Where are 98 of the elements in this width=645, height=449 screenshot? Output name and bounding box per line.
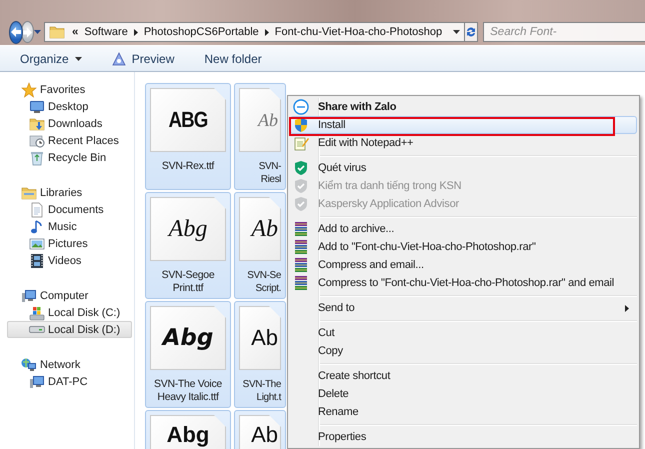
file-name: SVN-Rex.ttf — [160, 160, 216, 173]
nav-item[interactable]: Recent Places — [7, 132, 132, 149]
menu-item[interactable]: Share with Zalo — [290, 98, 637, 116]
file-tile[interactable]: Abg SVN-The Voice Heavy Italic.ttf — [145, 301, 231, 408]
nav-item[interactable]: Local Disk (D:) — [7, 321, 132, 338]
refresh-button[interactable] — [465, 22, 478, 42]
menu-item[interactable]: Install — [290, 116, 637, 134]
download-folder-icon — [29, 116, 45, 132]
archive-books-icon — [293, 257, 309, 273]
nav-item[interactable]: Libraries — [7, 184, 132, 201]
preview-icon — [112, 52, 126, 66]
menu-item[interactable]: Quét virus — [290, 159, 637, 177]
refresh-icon — [465, 26, 478, 38]
archive-books-icon — [293, 275, 309, 291]
recent-places-icon — [29, 132, 45, 148]
menu-item[interactable]: Create shortcut — [290, 367, 637, 385]
file-name: SVN-The Light.t — [242, 378, 281, 404]
drive-icon — [29, 326, 45, 333]
monitor-icon — [29, 98, 45, 114]
document-icon — [29, 202, 45, 218]
breadcrumb-overflow[interactable]: « — [72, 26, 78, 38]
menu-item[interactable]: Add to "Font-chu-Viet-Hoa-cho-Photoshop.rar" — [290, 238, 637, 256]
breadcrumb[interactable]: Software — [83, 26, 129, 38]
search-field[interactable]: Search Font- — [483, 22, 645, 42]
menu-item[interactable]: Delete — [290, 385, 637, 403]
archive-books-icon — [293, 239, 309, 255]
submenu-arrow-icon — [625, 304, 629, 312]
font-preview: Ab — [239, 306, 281, 370]
toolbar-button[interactable]: Organize — [13, 48, 89, 68]
shield-icon — [293, 160, 309, 176]
drive-icon — [29, 304, 45, 320]
nav-item[interactable]: Network — [7, 356, 132, 373]
nav-item[interactable]: Pictures — [7, 235, 132, 252]
font-preview: Ab — [239, 415, 281, 449]
film-icon — [29, 252, 45, 268]
chevron-right-icon — [264, 28, 269, 36]
caret-icon — [34, 30, 41, 34]
file-tile[interactable]: Ab SVN-The Light.t — [234, 301, 286, 408]
menu-item[interactable]: Rename — [290, 403, 637, 421]
file-tile[interactable]: ABG SVN-Rex.ttf — [145, 83, 231, 190]
menu-item[interactable]: Compress and email... — [290, 256, 637, 274]
right-arrow-icon — [22, 26, 33, 38]
font-preview: Ab — [239, 197, 281, 261]
left-arrow-icon — [10, 26, 22, 38]
caret-icon — [74, 56, 82, 60]
font-preview: Ab — [239, 88, 281, 152]
file-tile[interactable]: Ab SVN-Riesl — [234, 83, 286, 190]
font-preview: Abg — [150, 197, 226, 261]
file-tile[interactable]: Abg SVN-Segoe Print.ttf — [145, 192, 231, 299]
font-preview: ABG — [150, 88, 226, 152]
nav-item[interactable]: Videos — [7, 252, 132, 269]
shield-icon — [293, 196, 309, 212]
back-button[interactable] — [9, 20, 23, 44]
shield-icon — [293, 117, 309, 133]
nav-item[interactable]: Desktop — [7, 98, 132, 115]
shield-icon — [293, 178, 309, 194]
chevron-right-icon — [134, 28, 138, 36]
file-name: SVN-Riesl — [258, 160, 281, 186]
recycle-bin-icon — [29, 150, 45, 166]
nav-item[interactable]: Local Disk (C:) — [7, 304, 132, 321]
file-tile[interactable]: Ab — [234, 410, 286, 449]
computer-icon — [29, 374, 45, 390]
breadcrumb[interactable]: PhotoshopCS6Portable — [142, 26, 260, 38]
nav-item[interactable]: Downloads — [7, 115, 132, 132]
notepad-icon — [293, 135, 309, 151]
file-name: SVN-The Voice Heavy Italic.ttf — [153, 378, 223, 404]
computer-icon — [21, 288, 37, 304]
nav-item[interactable]: Music — [7, 218, 132, 235]
menu-item[interactable]: Add to archive... — [290, 220, 637, 238]
toolbar-button[interactable]: New folder — [197, 48, 269, 68]
menu-item[interactable]: Edit with Notepad++ — [290, 134, 637, 152]
file-name: SVN-Segoe Print.ttf — [160, 269, 216, 295]
address-bar[interactable]: « Software PhotoshopCS6Portable Font-chu-Viet-Hoa-cho-Photoshop — [44, 22, 466, 42]
menu-item[interactable]: Cut — [290, 324, 637, 342]
nav-item[interactable]: Documents — [7, 201, 132, 218]
nav-item[interactable]: Recycle Bin — [7, 149, 132, 166]
folder-icon — [49, 24, 65, 40]
nav-item[interactable]: Computer — [7, 287, 132, 304]
menu-item[interactable]: Properties — [290, 428, 637, 446]
network-icon — [21, 356, 37, 372]
menu-item[interactable]: Copy — [290, 342, 637, 360]
breadcrumb[interactable]: Font-chu-Viet-Hoa-cho-Photoshop — [274, 26, 444, 38]
star-icon — [21, 82, 37, 98]
caret-icon — [452, 30, 460, 34]
file-name: SVN-Se Script. — [246, 269, 281, 295]
file-tile[interactable]: Ab SVN-Se Script. — [234, 192, 286, 299]
font-preview: Abg — [150, 415, 226, 449]
forward-button[interactable] — [21, 21, 34, 43]
file-tile[interactable]: Abg — [145, 410, 231, 449]
toolbar-button[interactable]: Preview — [104, 48, 182, 68]
nav-item[interactable]: Favorites — [7, 81, 132, 98]
menu-item[interactable]: Send to — [290, 299, 637, 317]
font-preview: Abg — [150, 306, 226, 370]
nav-item[interactable]: DAT-PC — [7, 373, 132, 390]
library-icon — [21, 184, 37, 200]
pictures-icon — [29, 236, 45, 252]
menu-item[interactable]: Compress to "Font-chu-Viet-Hoa-cho-Photoshop.rar" and email — [290, 274, 637, 292]
archive-books-icon — [293, 221, 309, 237]
